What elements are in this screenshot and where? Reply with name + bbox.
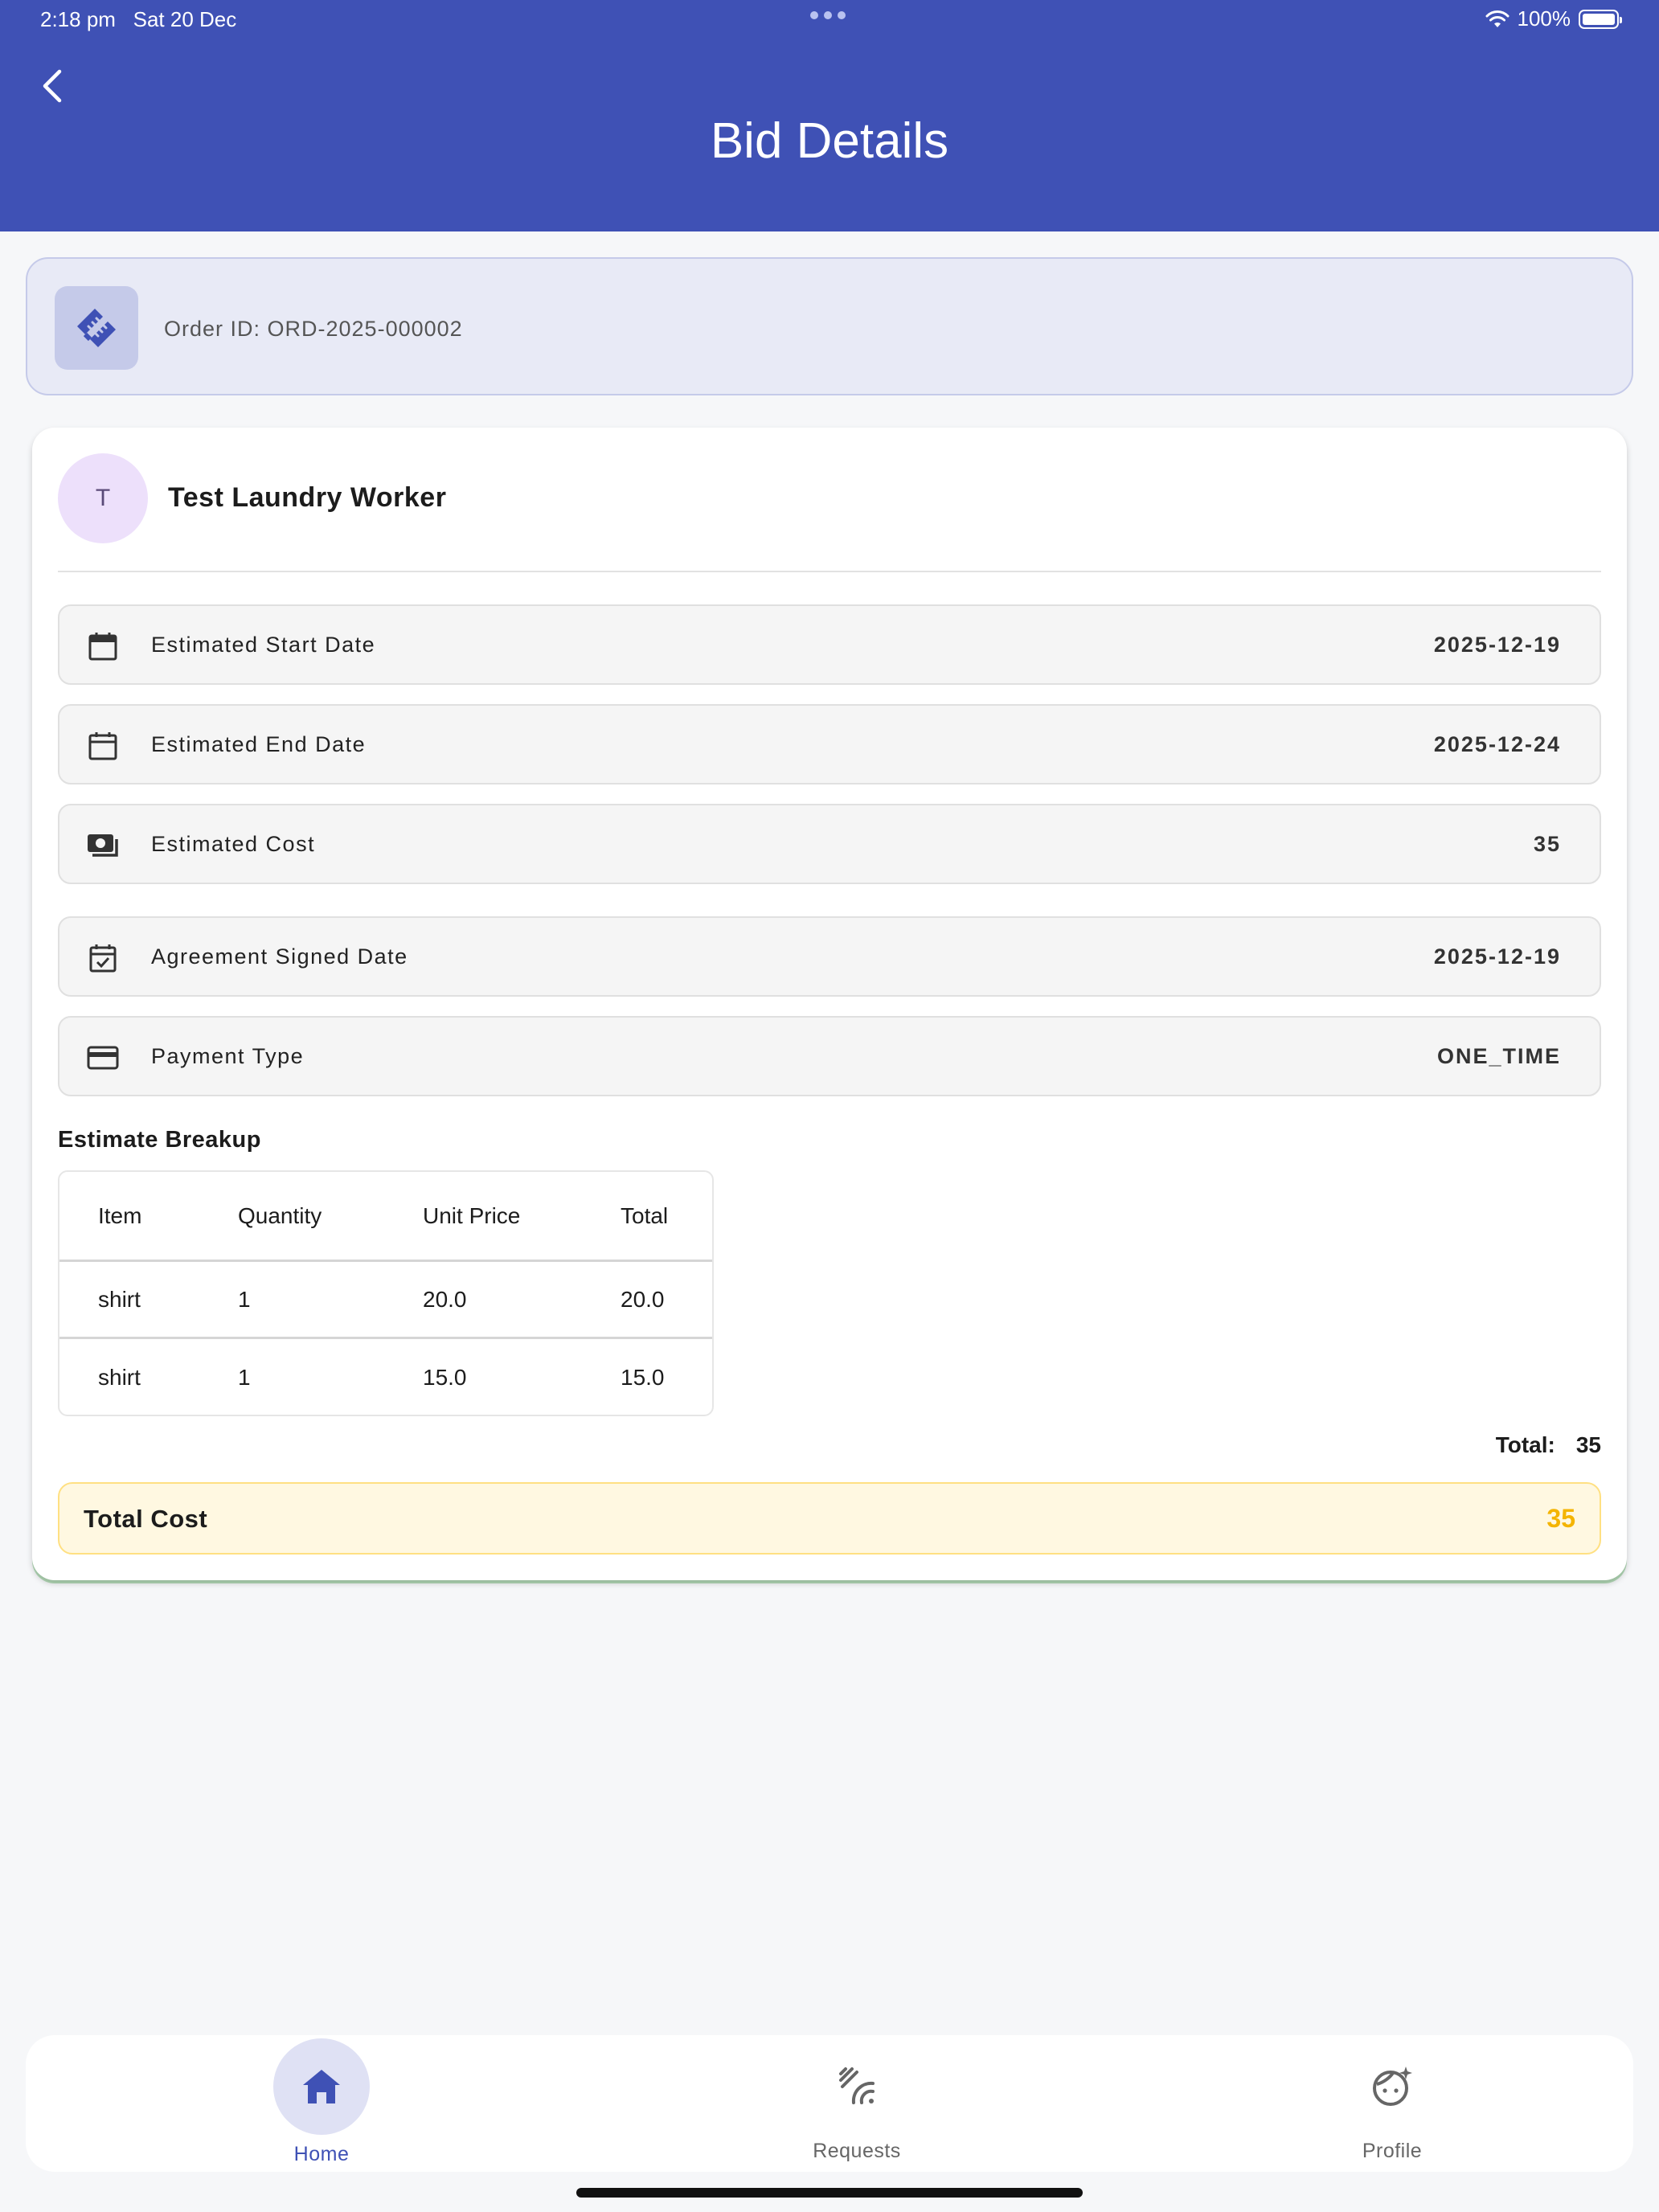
- profile-icon: [1368, 2062, 1416, 2111]
- nav-item-requests[interactable]: Requests: [696, 2035, 1018, 2172]
- detail-label: Agreement Signed Date: [151, 944, 408, 969]
- nav-label: Profile: [1362, 2140, 1423, 2162]
- detail-row-end-date: Estimated End Date 2025-12-24: [58, 704, 1601, 784]
- status-time-text: 2:18 pm: [40, 7, 116, 31]
- detail-row-payment-type: Payment Type ONE_TIME: [58, 1016, 1601, 1096]
- order-card: Order ID: ORD-2025-000002: [26, 257, 1633, 395]
- table-cell: shirt: [98, 1365, 141, 1390]
- table-cell: 15.0: [423, 1365, 467, 1390]
- nav-label: Home: [293, 2143, 350, 2165]
- total-cost-label: Total Cost: [84, 1505, 208, 1533]
- worker-name: Test Laundry Worker: [168, 482, 447, 513]
- status-indicators: 100%: [1485, 6, 1622, 31]
- table-cell: 1: [238, 1286, 251, 1312]
- bottom-nav: Home Requests Profile: [26, 2035, 1633, 2172]
- home-indicator: [576, 2188, 1083, 2198]
- wifi-icon: [1485, 10, 1509, 27]
- handshake-icon: [77, 309, 116, 347]
- credit-card-icon: [85, 1040, 121, 1075]
- chevron-left-icon: [43, 69, 62, 103]
- detail-value: 35: [1533, 832, 1561, 856]
- table-row: shirt 1 15.0 15.0: [59, 1339, 712, 1415]
- breakup-total: Total: 35: [1496, 1432, 1601, 1458]
- nav-item-profile[interactable]: Profile: [1231, 2035, 1553, 2172]
- table-cell: 1: [238, 1365, 251, 1390]
- detail-label: Estimated Cost: [151, 832, 316, 856]
- table-header-row: Item Quantity Unit Price Total: [59, 1172, 712, 1262]
- detail-label: Estimated End Date: [151, 732, 367, 756]
- total-cost-bar: Total Cost 35: [58, 1482, 1601, 1555]
- app-header: 2:18 pm Sat 20 Dec 100% Bid Details: [0, 0, 1659, 231]
- table-cell: 20.0: [621, 1286, 665, 1312]
- battery-icon: [1579, 9, 1622, 29]
- detail-value: 2025-12-24: [1433, 732, 1561, 756]
- nav-item-home[interactable]: Home: [161, 2035, 482, 2172]
- detail-label: Payment Type: [151, 1044, 305, 1068]
- divider: [58, 571, 1601, 572]
- table-row: shirt 1 20.0 20.0: [59, 1262, 712, 1339]
- detail-value: ONE_TIME: [1436, 1044, 1561, 1068]
- column-header: Quantity: [238, 1202, 322, 1228]
- column-header: Total: [621, 1202, 669, 1228]
- detail-row-estimated-cost: Estimated Cost 35: [58, 804, 1601, 884]
- back-button[interactable]: [24, 58, 80, 114]
- status-time: 2:18 pm Sat 20 Dec: [40, 7, 236, 32]
- bid-card: T Test Laundry Worker Estimated Start Da…: [32, 428, 1627, 1580]
- battery-percent: 100%: [1517, 6, 1571, 31]
- requests-icon: [833, 2062, 881, 2111]
- detail-label: Estimated Start Date: [151, 633, 376, 657]
- detail-value: 2025-12-19: [1433, 633, 1561, 657]
- table-cell: 20.0: [423, 1286, 467, 1312]
- worker-avatar: T: [58, 453, 148, 543]
- breakup-title: Estimate Breakup: [58, 1127, 261, 1153]
- detail-row-start-date: Estimated Start Date 2025-12-19: [58, 604, 1601, 685]
- column-header: Item: [98, 1202, 142, 1228]
- detail-value: 2025-12-19: [1433, 944, 1561, 969]
- column-header: Unit Price: [423, 1202, 521, 1228]
- detail-row-agreement-date: Agreement Signed Date 2025-12-19: [58, 916, 1601, 997]
- table-cell: shirt: [98, 1286, 141, 1312]
- breakup-total-value: 35: [1575, 1432, 1601, 1457]
- status-bar: 2:18 pm Sat 20 Dec 100%: [0, 0, 1659, 39]
- breakup-table: Item Quantity Unit Price Total shirt 1 2…: [58, 1170, 714, 1416]
- order-id: Order ID: ORD-2025-000002: [164, 317, 463, 341]
- nav-label: Requests: [813, 2140, 901, 2162]
- money-icon: [85, 828, 121, 863]
- total-cost-value: 35: [1546, 1504, 1575, 1533]
- multitask-dots-icon[interactable]: [810, 11, 846, 19]
- home-icon: [297, 2062, 346, 2111]
- order-icon-box: [55, 286, 138, 370]
- page-title: Bid Details: [710, 113, 949, 169]
- calendar-check-icon: [85, 940, 121, 976]
- table-cell: 15.0: [621, 1365, 665, 1390]
- calendar-icon: [85, 629, 121, 664]
- breakup-total-label: Total:: [1495, 1432, 1555, 1457]
- calendar-icon: [85, 728, 121, 764]
- status-date-text: Sat 20 Dec: [133, 7, 237, 31]
